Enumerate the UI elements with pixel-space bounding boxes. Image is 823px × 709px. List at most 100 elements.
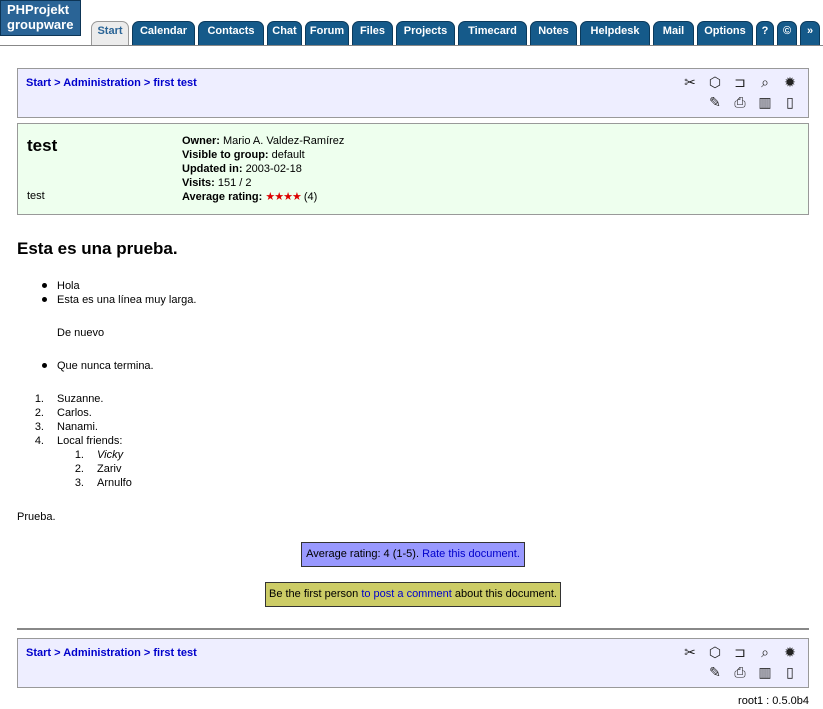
bullet-item: Que nunca termina. xyxy=(57,360,154,372)
logo-line-2: groupware xyxy=(7,17,74,32)
tab-projects[interactable]: Projects xyxy=(396,21,455,46)
printer-icon[interactable]: ⎙ xyxy=(732,664,748,680)
rating-box: Average rating: 4 (1-5). Rate this docum… xyxy=(301,542,525,567)
tab-contacts[interactable]: Contacts xyxy=(198,21,264,46)
document-title: test xyxy=(27,136,58,155)
tab-more[interactable]: » xyxy=(800,21,820,46)
logo-line-1: PHProjekt xyxy=(7,2,70,17)
nested-number: 3. xyxy=(74,477,84,489)
rate-document-link[interactable]: Rate this document. xyxy=(422,548,520,560)
rating-label: Average rating: xyxy=(182,191,263,203)
trash-icon[interactable]: ▥ xyxy=(757,664,773,680)
document-subtitle: test xyxy=(27,190,45,202)
new-page-icon[interactable]: ▯ xyxy=(782,94,798,110)
breadcrumb-start-link[interactable]: Start xyxy=(26,77,51,89)
bullet-dot xyxy=(42,363,47,368)
box-icon[interactable]: ⬡ xyxy=(707,74,723,90)
post-comment-link[interactable]: to post a comment xyxy=(361,588,452,600)
bullet-paragraph: De nuevo xyxy=(57,327,105,339)
ordered-item: Nanami. xyxy=(57,421,98,433)
edit-icon[interactable]: ✎ xyxy=(707,664,723,680)
comment-box: Be the first person to post a comment ab… xyxy=(265,582,561,607)
edit-icon[interactable]: ✎ xyxy=(707,94,723,110)
nested-item: Zariv xyxy=(97,463,122,475)
breadcrumb: Start > Administration > first test xyxy=(26,77,197,89)
content-heading: Esta es una prueba. xyxy=(17,239,178,258)
bullet-dot xyxy=(42,283,47,288)
bullet-dot xyxy=(42,297,47,302)
bullet-item: Esta es una línea muy larga. xyxy=(57,294,197,306)
ordered-number: 2. xyxy=(34,407,44,419)
new-page-icon[interactable]: ▯ xyxy=(782,664,798,680)
breadcrumb-separator: > xyxy=(51,647,64,659)
scissors-icon[interactable]: ✂ xyxy=(682,74,698,90)
tab-forum[interactable]: Forum xyxy=(305,21,349,46)
breadcrumb-admin-link[interactable]: Administration xyxy=(63,647,141,659)
group-value: default xyxy=(271,149,305,161)
ordered-number: 1. xyxy=(34,393,44,405)
breadcrumb-bar-bottom: Start > Administration > first test ✂ ⬡ ⊐ ⌕… xyxy=(17,638,809,688)
visits-value: 151 / 2 xyxy=(217,177,252,189)
owner-value: Mario A. Valdez-Ramírez xyxy=(222,135,345,147)
breadcrumb: Start > Administration > first test xyxy=(26,647,197,659)
document-info-panel: test test Owner: Mario A. Valdez-Ramírez… xyxy=(17,123,809,215)
updated-value: 2003-02-18 xyxy=(245,163,302,175)
ordered-item: Local friends: xyxy=(57,435,123,447)
open-folder-icon[interactable]: ⊐ xyxy=(732,74,748,90)
tab-timecard[interactable]: Timecard xyxy=(458,21,527,46)
breadcrumb-separator: > xyxy=(140,77,154,89)
tab-help[interactable]: ? xyxy=(756,21,774,46)
tab-calendar[interactable]: Calendar xyxy=(132,21,195,46)
search-doc-icon[interactable]: ⌕ xyxy=(757,644,773,660)
ordered-number: 3. xyxy=(34,421,44,433)
box-icon[interactable]: ⬡ xyxy=(707,644,723,660)
visits-label: Visits: xyxy=(182,177,215,189)
breadcrumb-separator: > xyxy=(140,647,154,659)
app-logo[interactable]: PHProjekt groupware xyxy=(0,0,81,36)
bullet-item: Hola xyxy=(57,280,80,292)
nested-number: 1. xyxy=(74,449,84,461)
closing-paragraph: Prueba. xyxy=(17,511,56,523)
comment-box-text-before: Be the first person xyxy=(268,588,362,600)
printer-icon[interactable]: ⎙ xyxy=(732,94,748,110)
breadcrumb-separator: > xyxy=(51,77,64,89)
tab-mail[interactable]: Mail xyxy=(653,21,694,46)
tab-files[interactable]: Files xyxy=(352,21,393,46)
updated-label: Updated in: xyxy=(182,163,243,175)
ordered-item: Carlos. xyxy=(57,407,92,419)
breadcrumb-admin-link[interactable]: Administration xyxy=(63,77,141,89)
search-doc-icon[interactable]: ⌕ xyxy=(757,74,773,90)
trash-icon[interactable]: ▥ xyxy=(757,94,773,110)
tab-chat[interactable]: Chat xyxy=(267,21,302,46)
tab-copyright[interactable]: © xyxy=(777,21,797,46)
breadcrumb-start-link[interactable]: Start xyxy=(26,647,51,659)
breadcrumb-current-link[interactable]: first test xyxy=(153,647,196,659)
open-folder-icon[interactable]: ⊐ xyxy=(732,644,748,660)
breadcrumb-current-link[interactable]: first test xyxy=(153,77,196,89)
tab-helpdesk[interactable]: Helpdesk xyxy=(580,21,650,46)
gear-icon[interactable]: ✹ xyxy=(782,74,798,90)
rating-box-text: Average rating: 4 (1-5). xyxy=(306,548,423,560)
group-label: Visible to group: xyxy=(182,149,269,161)
top-bar: PHProjekt groupware Start Calendar Contact… xyxy=(0,0,823,46)
nested-number: 2. xyxy=(74,463,84,475)
owner-label: Owner: xyxy=(182,135,220,147)
tab-divider xyxy=(0,45,823,46)
tab-start[interactable]: Start xyxy=(91,21,129,46)
document-toolbar: ✂ ⬡ ⊐ ⌕ ✹ ✎ ⎙ ▥ ▯ xyxy=(682,644,800,684)
nested-item: Vicky xyxy=(97,449,124,461)
content-divider xyxy=(17,628,809,630)
tab-options[interactable]: Options xyxy=(697,21,753,46)
tab-notes[interactable]: Notes xyxy=(530,21,577,46)
version-footer: root1 : 0.5.0b4 xyxy=(738,695,809,707)
rating-stars: ★★★★ xyxy=(265,191,301,203)
ordered-item: Suzanne. xyxy=(57,393,104,405)
nested-item: Arnulfo xyxy=(97,477,132,489)
comment-box-text-after: about this document. xyxy=(451,588,557,600)
document-meta: Owner: Mario A. Valdez-Ramírez Visible t… xyxy=(182,134,344,204)
rating-count: (4) xyxy=(303,191,318,203)
ordered-number: 4. xyxy=(34,435,44,447)
scissors-icon[interactable]: ✂ xyxy=(682,644,698,660)
document-toolbar: ✂ ⬡ ⊐ ⌕ ✹ ✎ ⎙ ▥ ▯ xyxy=(682,74,800,114)
gear-icon[interactable]: ✹ xyxy=(782,644,798,660)
